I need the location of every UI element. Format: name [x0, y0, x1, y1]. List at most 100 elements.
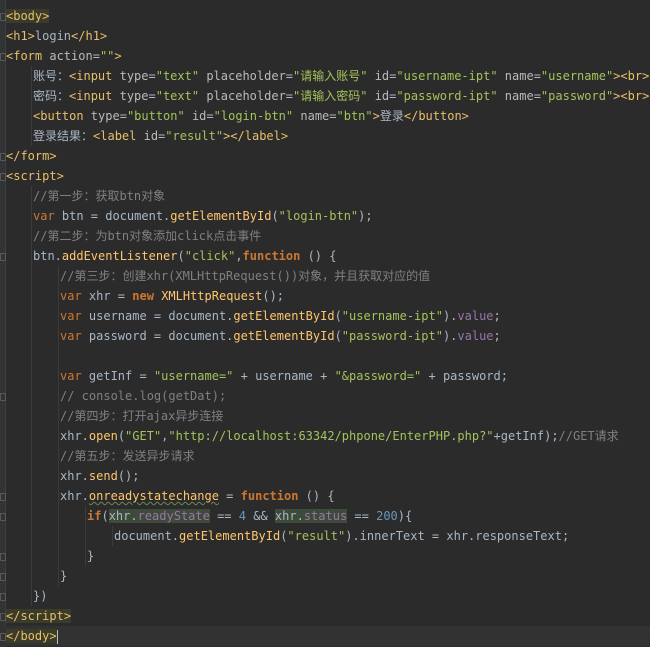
code-token: XMLHttpRequest — [161, 289, 263, 303]
code-token: login — [34, 29, 72, 43]
code-line[interactable]: } — [0, 546, 650, 566]
code-token: //第一步：获取btn对象 — [33, 189, 166, 203]
code-line-content: 账号：<input type="text" placeholder="请输入账号… — [33, 66, 649, 86]
code-token: type — [119, 89, 149, 103]
indent-guide — [31, 266, 32, 286]
code-line[interactable]: <button type="button" id="login-btn" nam… — [0, 106, 650, 126]
code-line-content: </body> — [6, 626, 58, 646]
code-line[interactable]: document.getElementById("result").innerT… — [0, 526, 650, 546]
code-line[interactable]: var username = document.getElementById("… — [0, 306, 650, 326]
code-line[interactable]: //第一步：获取btn对象 — [0, 186, 650, 206]
code-line[interactable]: var password = document.getElementById("… — [0, 326, 650, 346]
code-line[interactable]: //第五步：发送异步请求 — [0, 446, 650, 466]
code-token: id — [367, 69, 390, 83]
code-line[interactable]: <h1>login</h1> — [0, 26, 650, 46]
code-token: "password-ipt" — [341, 329, 443, 343]
code-token: "username-ipt" — [341, 309, 443, 323]
code-line[interactable] — [0, 346, 650, 366]
code-line[interactable]: btn.addEventListener("click",function ()… — [0, 246, 650, 266]
code-token: . — [296, 509, 304, 523]
code-token: readyState — [137, 509, 210, 523]
code-line[interactable]: </form> — [0, 146, 650, 166]
code-line[interactable]: //第三步：创建xhr(XMLHttpRequest())对象，并且获取对应的值 — [0, 266, 650, 286]
fold-marker-icon[interactable] — [0, 493, 6, 501]
code-line[interactable]: </body> — [0, 626, 650, 646]
code-token: "http://localhost:63342/phpone/EnterPHP.… — [168, 429, 494, 443]
code-token: = — [285, 89, 294, 103]
indent-guide — [31, 426, 32, 446]
code-line[interactable]: if(xhr.readyState == 4 && xhr.status == … — [0, 506, 650, 526]
code-line-content: <script> — [6, 166, 64, 186]
code-line[interactable]: }) — [0, 586, 650, 606]
code-token: , — [235, 249, 243, 263]
fold-marker-icon[interactable] — [0, 513, 6, 521]
code-token: 账号： — [33, 69, 70, 83]
code-token: function — [242, 249, 301, 263]
code-token: "username" — [540, 69, 614, 83]
code-line-content: 登录结果：<label id="result"></label> — [33, 126, 288, 146]
code-token: = — [285, 69, 294, 83]
code-token: 200 — [376, 509, 398, 523]
code-line[interactable]: <script> — [0, 166, 650, 186]
indent-guide — [85, 526, 86, 546]
code-token: <br> — [620, 69, 650, 83]
code-token: > — [114, 49, 122, 63]
code-line[interactable]: xhr.open("GET","http://localhost:63342/p… — [0, 426, 650, 446]
fold-marker-icon[interactable] — [0, 553, 6, 561]
code-line[interactable]: //第二步：为btn对象添加click点击事件 — [0, 226, 650, 246]
code-token: "login-btn" — [278, 209, 359, 223]
code-line[interactable]: xhr.onreadystatechange = function () { — [0, 486, 650, 506]
indent-guide — [31, 86, 32, 106]
indent-guide — [31, 546, 32, 566]
fold-marker-icon[interactable] — [0, 253, 6, 261]
code-line[interactable]: 账号：<input type="text" placeholder="请输入账号… — [0, 66, 650, 86]
code-token: </label> — [230, 129, 289, 143]
indent-guide — [85, 546, 86, 566]
code-editor[interactable]: <body> <h1>login</h1> <form action=""> 账号：<… — [0, 0, 650, 647]
code-token: > — [372, 109, 380, 123]
code-line[interactable]: var xhr = new XMLHttpRequest(); — [0, 286, 650, 306]
code-line[interactable]: <body> — [0, 6, 650, 26]
code-line[interactable]: 密码：<input type="text" placeholder="请输入密码… — [0, 86, 650, 106]
code-line[interactable]: var btn = document.getElementById("login… — [0, 206, 650, 226]
code-line[interactable]: var getInf = "username=" + username + "&… — [0, 366, 650, 386]
code-token: <input — [69, 89, 120, 103]
code-token: script — [20, 609, 64, 623]
code-line[interactable]: <form action=""> — [0, 46, 650, 66]
code-token: ( — [271, 209, 279, 223]
code-token: </body> — [6, 629, 57, 643]
indent-guide — [112, 526, 113, 546]
code-line[interactable]: </script> — [0, 606, 650, 626]
code-token: = — [92, 49, 100, 63]
text-caret — [56, 629, 58, 644]
code-line[interactable]: 登录结果：<label id="result"></label> — [0, 126, 650, 146]
code-line[interactable]: } — [0, 566, 650, 586]
fold-marker-icon[interactable] — [0, 393, 6, 401]
fold-marker-icon[interactable] — [0, 573, 6, 581]
code-line-content: xhr.open("GET","http://localhost:63342/p… — [60, 426, 619, 446]
code-token: ( — [101, 509, 109, 523]
code-line-content: if(xhr.readyState == 4 && xhr.status == … — [87, 506, 412, 526]
indent-guide — [31, 226, 32, 246]
code-token: == — [347, 509, 377, 523]
indent-guide — [58, 266, 59, 286]
code-token: = — [218, 489, 241, 503]
code-token: <label — [93, 129, 144, 143]
fold-marker-icon[interactable] — [0, 593, 6, 601]
code-token: <form — [6, 49, 50, 63]
code-token: //第五步：发送异步请求 — [60, 449, 195, 463]
code-line-content: //第五步：发送异步请求 — [60, 446, 194, 466]
code-token: xhr. — [60, 429, 89, 443]
code-token: "password-ipt" — [396, 89, 498, 103]
code-token: var — [33, 209, 55, 223]
indent-guide — [31, 446, 32, 466]
code-token: "password" — [540, 89, 614, 103]
code-line[interactable]: //第四步：打开ajax异步连接 — [0, 406, 650, 426]
code-token: "请输入密码" — [293, 89, 368, 103]
indent-guide — [58, 486, 59, 506]
indent-guide — [31, 406, 32, 426]
code-token: "result" — [287, 529, 346, 543]
code-line[interactable]: xhr.send(); — [0, 466, 650, 486]
code-line[interactable]: // console.log(getDat); — [0, 386, 650, 406]
code-token: ( — [334, 329, 342, 343]
